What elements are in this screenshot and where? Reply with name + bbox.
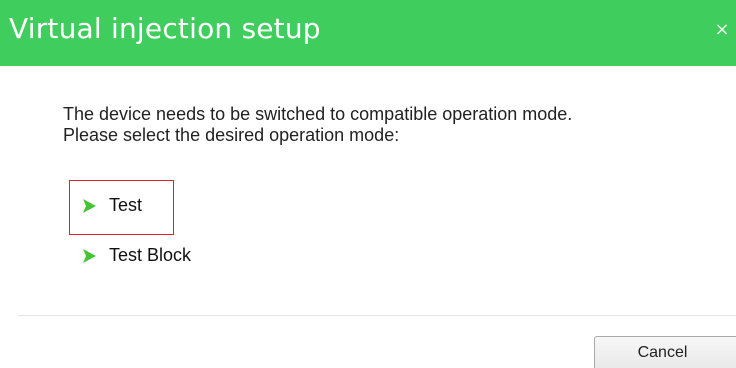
option-test-label: Test <box>109 195 143 215</box>
chevron-right-icon <box>83 248 96 263</box>
footer-divider <box>18 315 736 316</box>
option-test[interactable]: Test <box>80 195 142 216</box>
message-line: The device needs to be switched to compa… <box>63 104 573 124</box>
dialog-titlebar: Virtual injection setup × <box>0 0 736 66</box>
message-line: Please select the desired operation mode… <box>63 125 400 145</box>
virtual-injection-dialog: Virtual injection setup × The device nee… <box>0 0 736 368</box>
cancel-button[interactable]: Cancel <box>594 336 736 368</box>
close-icon[interactable]: × <box>714 18 730 42</box>
chevron-right-icon <box>83 198 96 213</box>
option-test-block-label: Test Block <box>109 245 192 265</box>
dialog-message: The device needs to be switched to compa… <box>63 104 572 146</box>
option-test-block[interactable]: Test Block <box>80 245 191 266</box>
dialog-title: Virtual injection setup <box>9 12 321 45</box>
